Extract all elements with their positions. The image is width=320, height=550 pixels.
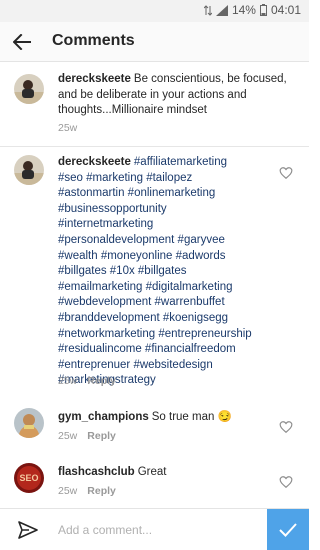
hashtag-line[interactable]: #businessopportunity [58,202,278,218]
clock: 04:01 [270,3,301,17]
avatar[interactable]: SEO [14,463,44,493]
avatar[interactable] [14,155,44,185]
comment-body: So true man 😏 [151,411,232,423]
hashtag-line[interactable]: #entreprenuer #websitedesign [58,358,278,374]
hashtag-line[interactable]: #billgates #10x #billgates [58,264,278,280]
hashtag-line[interactable]: #seo #marketing #tailopez [58,171,278,187]
hashtag-line[interactable]: #personaldevelopment #garyvee [58,233,278,249]
caption: dereckskeete Be conscientious, be focused… [0,62,309,147]
status-icons: 14% 04:01 [203,3,301,17]
hashtag-line[interactable]: #wealth #moneyonline #adwords [58,249,278,265]
like-button[interactable] [279,420,293,434]
caption-text: dereckskeete Be conscientious, be focused… [58,72,298,119]
comment-time: 25w [58,375,78,387]
comment-input[interactable] [58,517,258,543]
back-arrow-icon [13,34,31,50]
comment-time: 25w [58,485,78,497]
avatar[interactable] [14,74,44,104]
hashtag-line[interactable]: #residualincome #financialfreedom [58,342,278,358]
reply-button[interactable]: Reply [87,375,116,387]
hashtag-line[interactable]: #branddevelopment #koenigsegg [58,311,278,327]
back-button[interactable] [8,28,36,56]
battery-icon [259,4,267,16]
hashtag-line[interactable]: #internetmarketing [58,217,278,233]
caption-meta: 25w [58,122,77,134]
comment-meta: 25w Reply [58,430,116,442]
check-icon [279,523,297,537]
signal-icon [215,4,228,16]
comment-username[interactable]: flashcashclub [58,466,135,478]
send-icon [18,521,38,539]
comment-input-bar [0,508,309,550]
caption-time: 25w [58,122,78,134]
status-bar: 14% 04:01 [0,0,309,22]
comment-text: dereckskeete #affiliatemarketing #seo #ma… [58,155,278,389]
hashtag-line[interactable]: #webdevelopment #warrenbuffet [58,295,278,311]
reply-button[interactable]: Reply [87,430,116,442]
comment-text: flashcashclub Great [58,465,278,481]
hashtag-line[interactable]: #astonmartin #onlinemarketing [58,186,278,202]
comment-username[interactable]: dereckskeete [58,156,131,168]
battery-percent: 14% [231,3,256,17]
heart-icon [279,421,293,434]
app-bar: Comments [0,22,309,62]
heart-icon [279,476,293,489]
avatar-badge-text: SEO [19,473,38,483]
like-button[interactable] [279,166,293,180]
post-comment-button[interactable] [267,509,309,550]
like-button[interactable] [279,475,293,489]
comment-meta: 25w Reply [58,485,116,497]
caption-username[interactable]: dereckskeete [58,73,131,85]
comment-time: 25w [58,430,78,442]
data-arrows-icon [203,4,212,16]
direct-send-button[interactable] [18,521,38,544]
page-title: Comments [52,32,135,49]
comment-username[interactable]: gym_champions [58,411,149,423]
hashtag-line[interactable]: #networkmarketing #entrepreneurship [58,327,278,343]
avatar[interactable] [14,408,44,438]
comment-body: Great [137,466,167,478]
hashtag-line[interactable]: #emailmarketing #digitalmarketing [58,280,278,296]
heart-icon [279,167,293,180]
hashtag-line[interactable]: #affiliatemarketing [134,156,227,168]
reply-button[interactable]: Reply [87,485,116,497]
comment-meta: 25w Reply [58,375,116,387]
comment-text: gym_champions So true man 😏 [58,410,278,426]
